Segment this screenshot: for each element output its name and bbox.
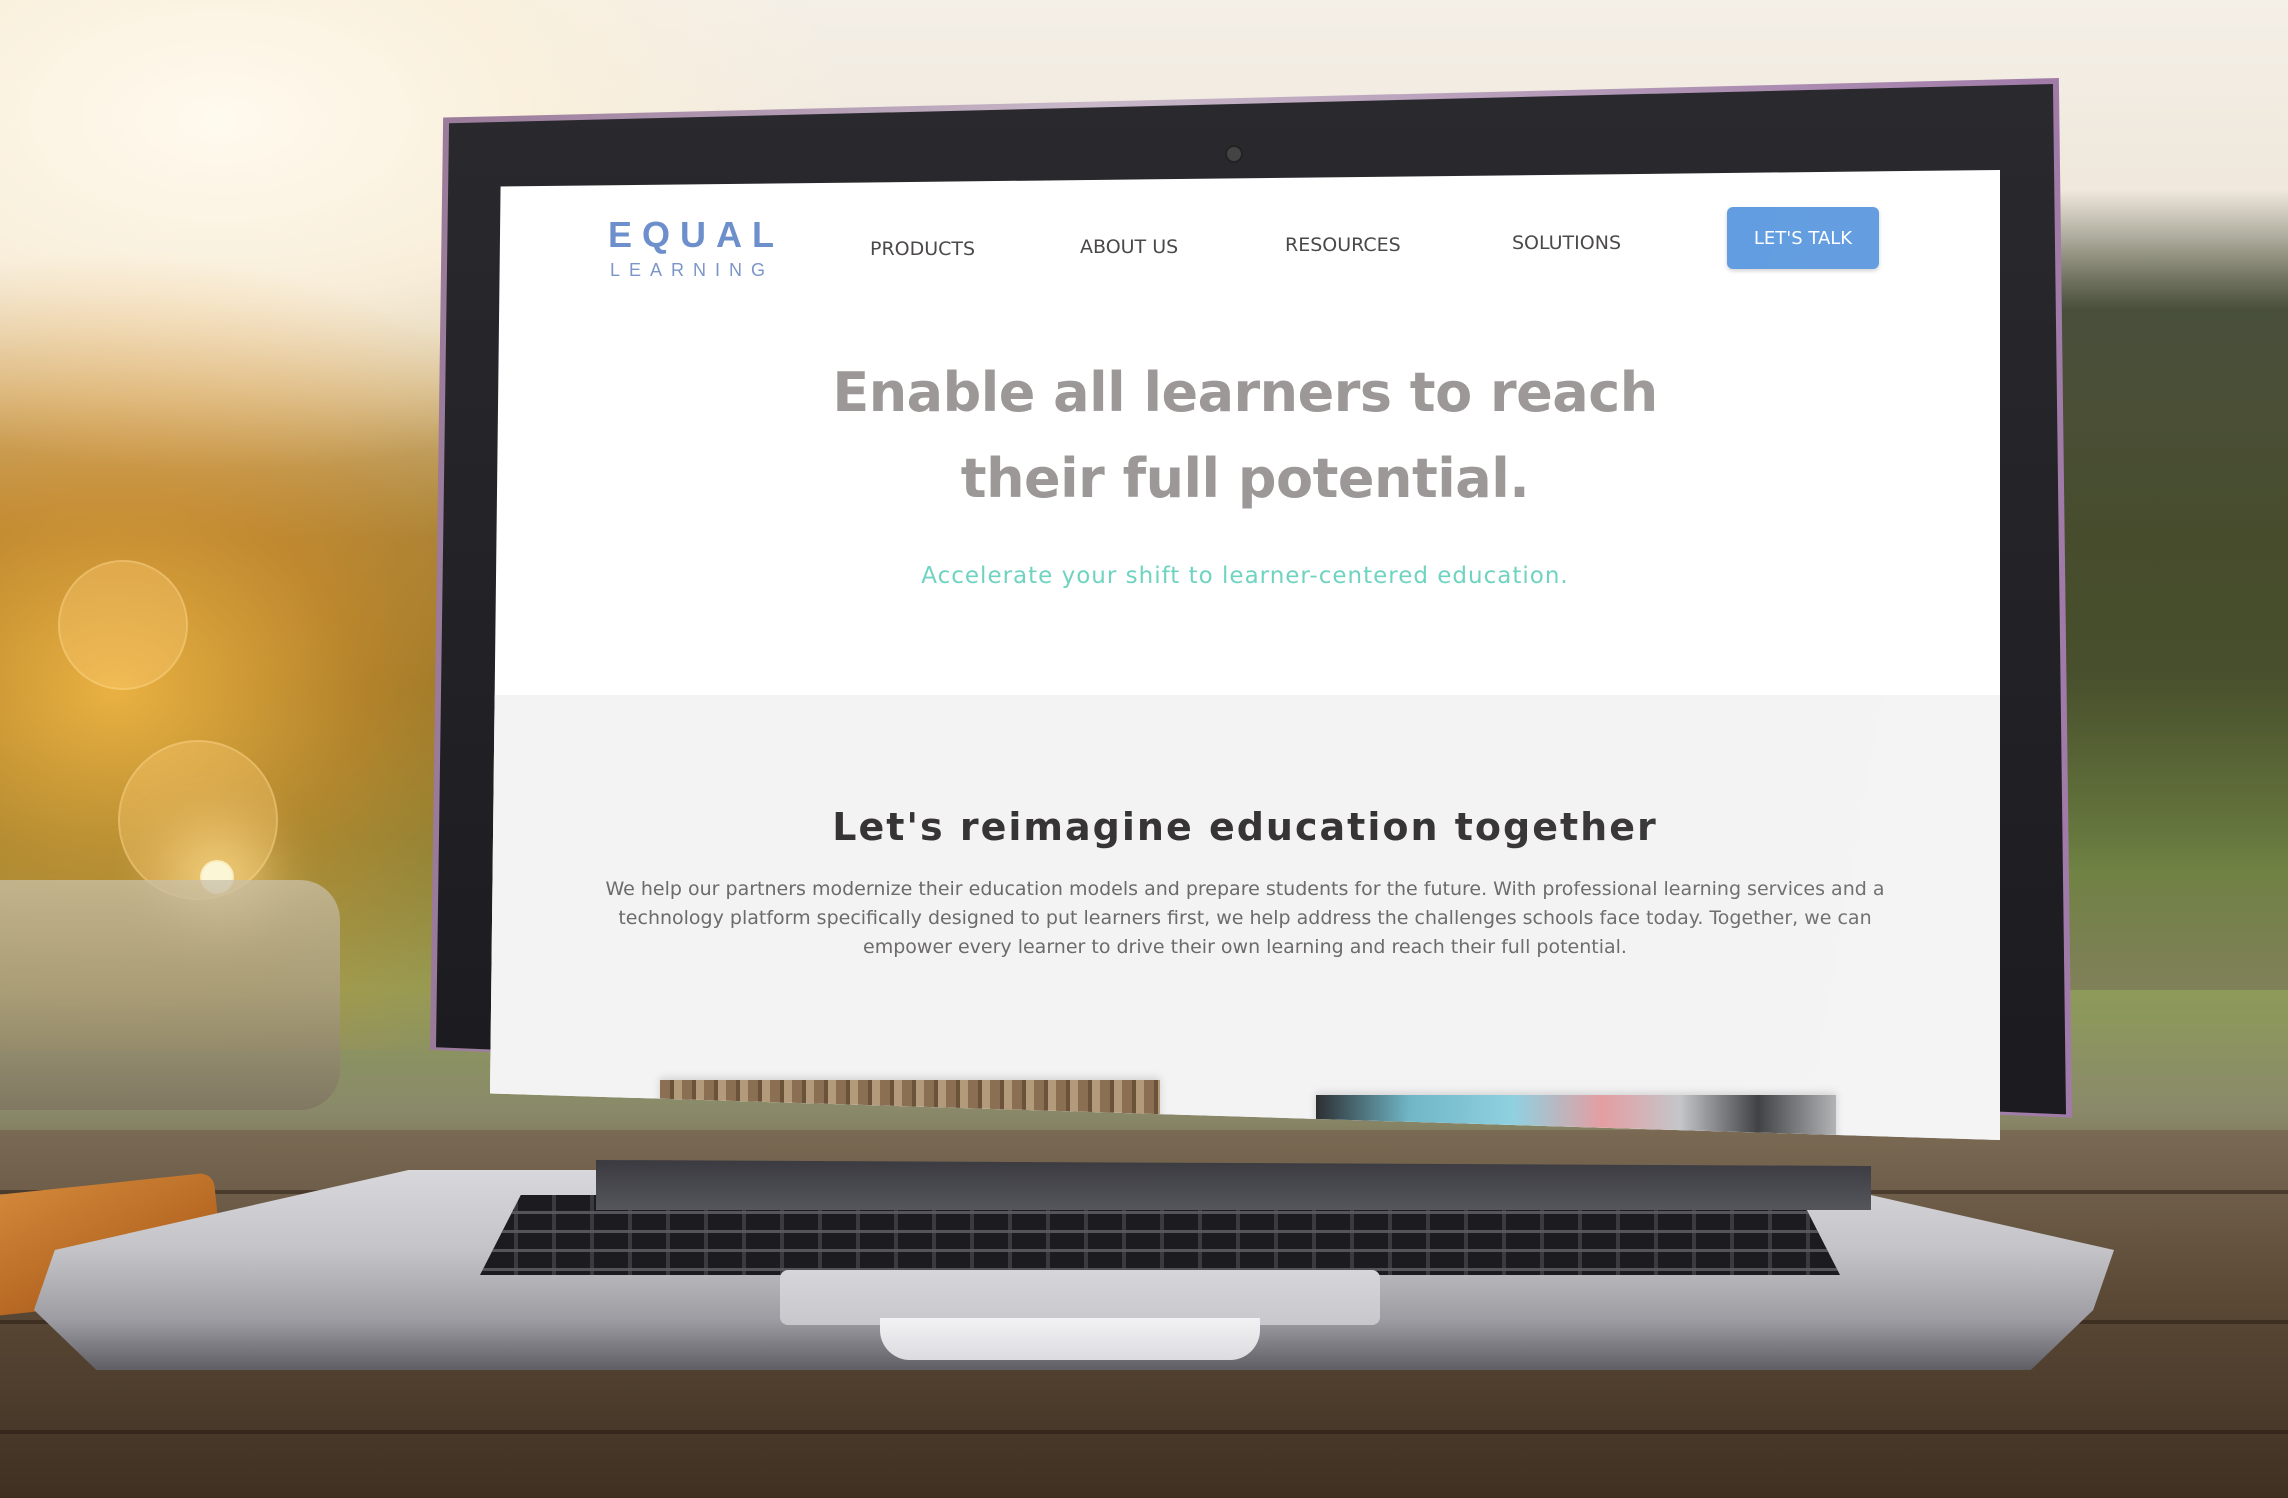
trees-background xyxy=(2050,190,2288,990)
hero-title: Enable all learners to reach their full … xyxy=(690,350,1800,522)
laptop-hinge xyxy=(596,1160,1871,1210)
laptop-lip-notch xyxy=(880,1318,1260,1360)
nav-item-products[interactable]: PRODUCTS xyxy=(870,238,975,260)
site-header: EQUAL LEARNING PRODUCTS ABOUT US RESOURC… xyxy=(490,170,2000,300)
section-body-text: We help our partners modernize their edu… xyxy=(605,878,1885,958)
lens-flare xyxy=(58,560,188,690)
nav-item-resources[interactable]: RESOURCES xyxy=(1285,234,1401,256)
lens-flare xyxy=(118,740,278,900)
laptop-screen: EQUAL LEARNING PRODUCTS ABOUT US RESOURC… xyxy=(490,170,2000,1140)
plank-seam xyxy=(0,1430,2288,1434)
trackpad xyxy=(780,1270,1380,1325)
logo-wordmark: EQUAL xyxy=(608,214,784,255)
hero-title-line-1: Enable all learners to reach xyxy=(832,361,1658,424)
section-heading: Let's reimagine education together xyxy=(832,805,1658,849)
lets-talk-button[interactable]: LET'S TALK xyxy=(1727,207,1879,269)
equal-learning-logo[interactable]: EQUAL LEARNING xyxy=(608,214,784,281)
webcam-icon xyxy=(1225,145,1243,163)
hero-title-line-2: their full potential. xyxy=(960,447,1530,510)
intro-section: Let's reimagine education together We he… xyxy=(490,695,2000,1140)
website: EQUAL LEARNING PRODUCTS ABOUT US RESOURC… xyxy=(490,170,2000,1140)
logo-subtitle: LEARNING xyxy=(610,260,775,280)
log-background xyxy=(0,880,340,1110)
nav-item-about-us[interactable]: ABOUT US xyxy=(1080,236,1178,258)
nav-item-solutions[interactable]: SOLUTIONS xyxy=(1512,232,1621,254)
hero-subtitle: Accelerate your shift to learner-centere… xyxy=(921,563,1569,589)
